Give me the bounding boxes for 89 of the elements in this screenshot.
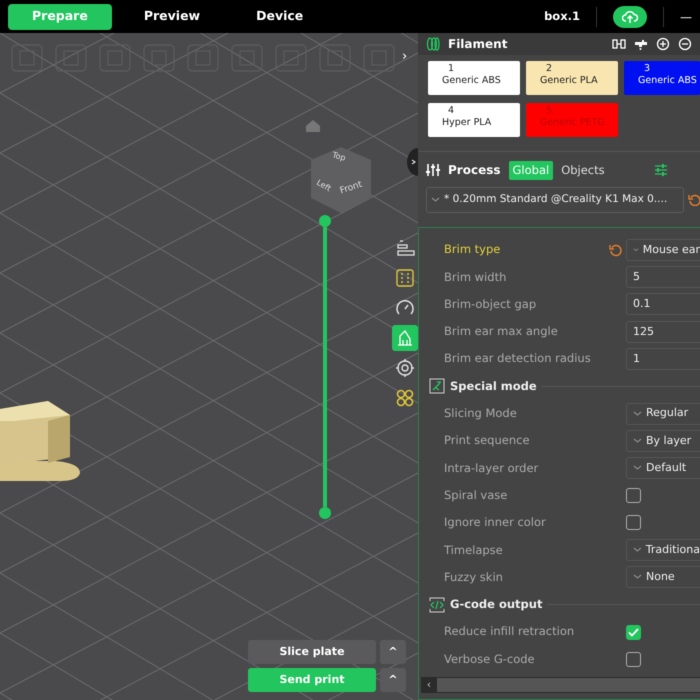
slot-number: 1 xyxy=(447,62,456,76)
view-cube[interactable] xyxy=(310,146,372,214)
filament-spool-icon xyxy=(426,36,440,51)
upload-button[interactable] xyxy=(613,6,647,28)
filament-slot[interactable]: 1 Generic ABS xyxy=(428,60,520,95)
filament-slot[interactable]: 3 Generic ABS xyxy=(624,60,700,95)
add-icon[interactable] xyxy=(656,36,670,51)
slot-number: 2 xyxy=(545,62,554,76)
chevron-icon xyxy=(633,438,642,444)
layers-icon xyxy=(395,238,415,258)
caret-button[interactable]: ^ xyxy=(380,668,406,692)
panel-title: Process xyxy=(448,162,500,180)
project-name: box.1 xyxy=(544,8,580,25)
setting-checkbox[interactable] xyxy=(626,515,641,530)
chevron-icon xyxy=(431,197,440,204)
setting-label: Brim-object gap xyxy=(443,296,538,313)
caret-button[interactable]: ^ xyxy=(380,640,406,664)
slot-material: Generic ABS xyxy=(441,75,501,88)
sync-icon[interactable] xyxy=(612,36,626,51)
setting-input[interactable]: 1 xyxy=(626,348,700,370)
slot-number: 3 xyxy=(643,62,652,76)
setting-dropdown[interactable]: Regular xyxy=(626,402,700,425)
setting-label: Brim ear detection radius xyxy=(443,350,592,368)
tab[interactable]: Device xyxy=(232,4,328,30)
filament-slot[interactable]: 2 Generic PLA xyxy=(526,60,618,95)
remove-icon[interactable] xyxy=(678,36,692,51)
chevron-icon xyxy=(633,246,639,253)
section-title: G-code output xyxy=(450,596,542,614)
setting-label: Slicing Mode xyxy=(443,405,518,422)
setting-label: Brim width xyxy=(443,268,508,286)
setting-checkbox[interactable] xyxy=(626,652,641,667)
minimize-button[interactable]: — xyxy=(680,8,692,26)
preset-dropdown[interactable]: * 0.20mm Standard @Creality K1 Max 0.... xyxy=(426,187,684,214)
chevron-icon xyxy=(633,547,642,554)
slider-handle[interactable] xyxy=(319,507,331,519)
cube-face-label: Front xyxy=(338,178,364,198)
setting-label: Ignore inner color xyxy=(443,514,547,532)
setting-dropdown[interactable]: Default xyxy=(626,457,700,480)
setting-input[interactable]: 0.1 xyxy=(626,293,700,316)
setting-label: Print sequence xyxy=(443,432,531,450)
slider-handle[interactable] xyxy=(319,215,331,227)
filament-slot[interactable]: 4 Hyper PLA xyxy=(428,102,520,137)
chevron-icon xyxy=(633,465,642,472)
reset-icon[interactable] xyxy=(608,242,622,257)
reset-icon[interactable] xyxy=(688,194,700,206)
support-icon xyxy=(395,328,415,348)
setting-input[interactable]: 125 xyxy=(626,320,700,343)
scroll-left-button[interactable]: ‹ xyxy=(421,676,437,694)
setting-label: Intra-layer order xyxy=(443,460,540,477)
collapse-toolbar-button[interactable]: › xyxy=(402,47,408,66)
setting-input[interactable]: 5 xyxy=(626,266,700,288)
collapse-handle[interactable] xyxy=(407,148,418,176)
cloud-upload-icon xyxy=(622,10,638,24)
section-title: Special mode xyxy=(450,378,537,395)
slot-material: Generic ABS xyxy=(637,75,697,88)
chevron-icon xyxy=(633,410,642,417)
slot-material: Hyper PLA xyxy=(441,117,492,130)
grid-icon xyxy=(395,268,415,288)
setting-label: Verbose G-code xyxy=(443,650,536,668)
slot-material: Generic PETG xyxy=(539,117,605,130)
setting-label: Fuzzy skin xyxy=(443,568,504,586)
setting-dropdown[interactable]: Mouse ear xyxy=(626,238,700,261)
chevron-icon xyxy=(633,574,642,580)
target-icon xyxy=(395,358,415,378)
setting-checkbox[interactable] xyxy=(626,624,641,640)
section-icon xyxy=(429,596,445,613)
clover-icon xyxy=(395,388,415,408)
settings-list-icon[interactable] xyxy=(654,163,668,178)
setting-label: Reduce infill retraction xyxy=(443,623,576,640)
sliders-icon xyxy=(426,163,440,178)
cube-face-label: Left xyxy=(314,177,334,195)
setting-dropdown[interactable]: Traditiona xyxy=(626,539,700,562)
panel-title: Filament xyxy=(448,36,508,53)
setting-label: Brim type xyxy=(443,241,502,258)
setting-dropdown[interactable]: None xyxy=(626,566,700,588)
slot-number: 5 xyxy=(545,104,554,118)
slot-material: Generic PLA xyxy=(539,75,598,88)
tab[interactable]: Preview xyxy=(120,4,224,30)
scrollbar-thumb[interactable] xyxy=(437,678,700,692)
action-button[interactable]: Slice plate xyxy=(248,640,376,664)
setting-checkbox[interactable] xyxy=(626,488,641,504)
setting-dropdown[interactable]: By layer xyxy=(626,430,700,452)
slot-number: 4 xyxy=(447,104,456,118)
setting-label: Timelapse xyxy=(443,542,504,559)
scope-tab[interactable]: Objects xyxy=(557,160,609,180)
section-icon xyxy=(429,378,445,394)
cube-face-label: Top xyxy=(330,149,347,165)
setting-label: Spiral vase xyxy=(443,486,508,504)
setting-label: Brim ear max angle xyxy=(443,323,559,340)
